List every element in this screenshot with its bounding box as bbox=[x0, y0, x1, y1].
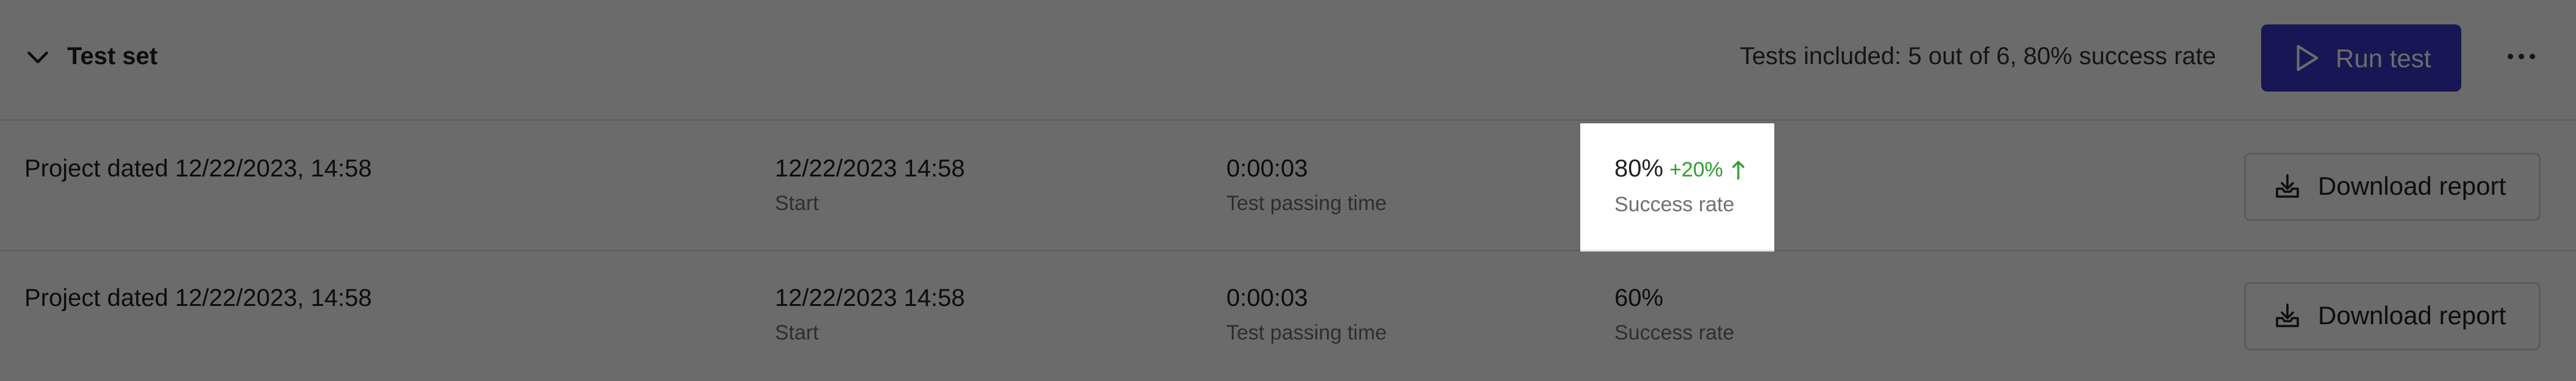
passing-time-metric: 0:00:03 Test passing time bbox=[1226, 151, 1387, 219]
run-test-button[interactable]: Run test bbox=[2261, 24, 2461, 92]
download-icon bbox=[2276, 174, 2299, 198]
download-report-button[interactable]: Download report bbox=[2244, 282, 2541, 350]
test-set-title: Test set bbox=[67, 43, 158, 70]
test-run-row: Project dated 12/22/2023, 14:58 12/22/20… bbox=[0, 122, 2576, 252]
download-report-label: Download report bbox=[2318, 172, 2506, 200]
play-icon bbox=[2297, 45, 2319, 71]
start-caption: Start bbox=[775, 321, 819, 344]
start-value: 12/22/2023 14:58 bbox=[775, 155, 965, 182]
test-run-row: Project dated 12/22/2023, 14:58 12/22/20… bbox=[0, 252, 2576, 381]
project-name: Project dated 12/22/2023, 14:58 bbox=[24, 155, 372, 182]
run-test-label: Run test bbox=[2336, 44, 2431, 73]
download-report-label: Download report bbox=[2318, 301, 2506, 330]
success-rate-caption: Success rate bbox=[1614, 193, 1735, 216]
arrow-up-icon bbox=[1732, 161, 1744, 180]
start-metric: 12/22/2023 14:58 Start bbox=[775, 151, 965, 219]
success-rate-value: 80% bbox=[1614, 155, 1664, 182]
success-rate-metric: 80% +20% Success rate bbox=[1614, 151, 1745, 220]
chevron-down-icon[interactable] bbox=[24, 44, 51, 71]
start-value: 12/22/2023 14:58 bbox=[775, 285, 965, 311]
passing-time-metric: 0:00:03 Test passing time bbox=[1226, 281, 1387, 348]
passing-time-caption: Test passing time bbox=[1226, 321, 1387, 344]
download-icon bbox=[2276, 303, 2299, 327]
success-rate-value: 60% bbox=[1614, 285, 1664, 311]
tests-summary: Tests included: 5 out of 6, 80% success … bbox=[1740, 43, 2216, 70]
test-set-panel: Test set Tests included: 5 out of 6, 80%… bbox=[0, 0, 2576, 374]
success-rate-line: 80% +20% bbox=[1614, 151, 1745, 187]
passing-time-value: 0:00:03 bbox=[1226, 285, 1308, 311]
passing-time-value: 0:00:03 bbox=[1226, 155, 1308, 182]
more-options-button[interactable] bbox=[2502, 39, 2541, 73]
success-rate-caption: Success rate bbox=[1614, 321, 1735, 344]
start-caption: Start bbox=[775, 192, 819, 215]
success-rate-delta: +20% bbox=[1669, 158, 1723, 181]
more-dot bbox=[2530, 54, 2535, 59]
more-dot bbox=[2508, 54, 2513, 59]
start-metric: 12/22/2023 14:58 Start bbox=[775, 281, 965, 348]
download-report-button[interactable]: Download report bbox=[2244, 153, 2541, 221]
passing-time-caption: Test passing time bbox=[1226, 192, 1387, 215]
more-dot bbox=[2519, 54, 2524, 59]
success-rate-metric: 60% Success rate bbox=[1614, 281, 1735, 348]
project-name: Project dated 12/22/2023, 14:58 bbox=[24, 285, 372, 311]
test-set-header: Test set Tests included: 5 out of 6, 80%… bbox=[0, 0, 2576, 121]
